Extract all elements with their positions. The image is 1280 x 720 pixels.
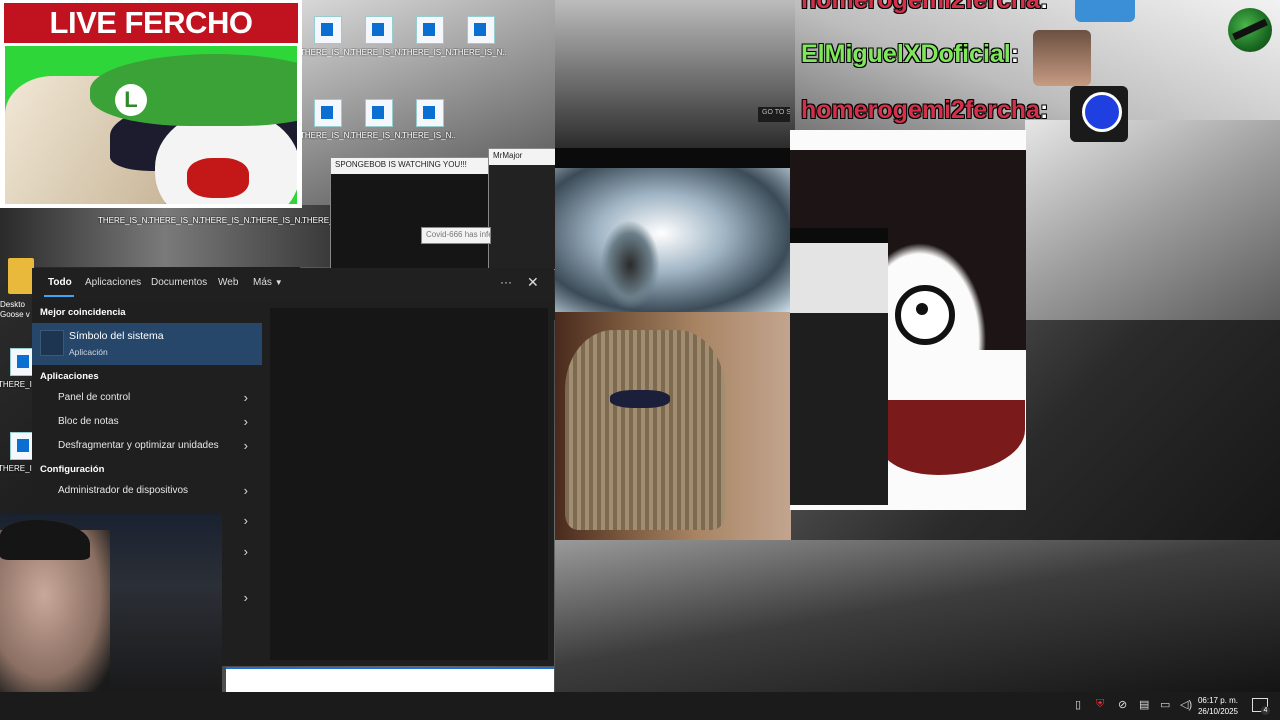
- volume-icon[interactable]: ◁): [1180, 698, 1192, 711]
- ghost-face: [600, 220, 660, 310]
- character-mouth: [187, 158, 249, 198]
- chevron-right-icon: ›: [243, 438, 248, 453]
- folder-icon[interactable]: [8, 258, 34, 294]
- keyboard-icon[interactable]: ▤: [1139, 698, 1149, 711]
- window-strip: [790, 228, 888, 243]
- chat-avatar: [1070, 86, 1128, 142]
- taskbar: [0, 692, 1280, 720]
- close-button[interactable]: ✕: [527, 274, 539, 291]
- mrmajor-window[interactable]: MrMajor: [488, 148, 557, 270]
- chevron-right-icon: ›: [243, 513, 248, 528]
- desktop-icon[interactable]: THERE_IS_N...: [351, 91, 405, 147]
- result-device-manager[interactable]: Administrador de dispositivos ›: [32, 480, 262, 504]
- window-content: [489, 165, 556, 269]
- channel-logo-icon: [1228, 8, 1272, 52]
- best-match-label: Mejor coincidencia: [40, 307, 126, 318]
- tab-web[interactable]: Web: [218, 277, 238, 288]
- tab-aplicaciones[interactable]: Aplicaciones: [85, 277, 141, 288]
- monitor-icon[interactable]: ▭: [1160, 698, 1170, 711]
- wallpaper-texture: [1025, 120, 1280, 320]
- wallpaper-texture: [555, 540, 1280, 692]
- tab-todo[interactable]: Todo: [48, 277, 72, 288]
- chevron-right-icon: ›: [243, 414, 248, 429]
- chevron-down-icon: ▼: [274, 278, 283, 287]
- chat-message: homerogemi2fercha:: [801, 96, 1049, 124]
- spongebob-window[interactable]: SPONGEBOB IS WATCHING YOU!!!: [330, 157, 490, 271]
- ghost-image: [555, 168, 791, 313]
- chevron-right-icon: ›: [243, 390, 248, 405]
- best-match-subtitle: Aplicación: [69, 347, 108, 357]
- live-banner: LIVE FERCHO REACTION L: [0, 0, 302, 208]
- result-bloc-notas[interactable]: Bloc de notas ›: [32, 411, 262, 435]
- doll-bow: [610, 390, 670, 408]
- chat-message: homerogemi2fercha:: [801, 0, 1049, 14]
- doll-dress: [565, 330, 725, 530]
- covid-window[interactable]: Covid-666 has infe: [421, 227, 491, 244]
- result-panel-control[interactable]: Panel de control ›: [32, 387, 262, 411]
- file-icon: [365, 16, 393, 44]
- tab-underline: [44, 295, 74, 297]
- desktop-icon[interactable]: THERE_IS_N...: [351, 8, 405, 64]
- best-match-title: Símbolo del sistema: [69, 330, 164, 342]
- wallpaper-texture: [555, 0, 795, 150]
- dark-window-top: [790, 243, 888, 313]
- tab-mas[interactable]: Más ▼: [253, 277, 283, 288]
- desktop-icon[interactable]: THERE_IS_N...: [402, 91, 456, 147]
- file-icon: [314, 99, 342, 127]
- notification-count: 4: [1261, 706, 1270, 715]
- shield-icon[interactable]: ⛨: [1096, 698, 1104, 711]
- banner-title: LIVE FERCHO REACTION: [4, 3, 298, 80]
- chat-avatar: [1033, 30, 1091, 86]
- usb-icon[interactable]: ▯: [1075, 698, 1081, 711]
- file-icon: [467, 16, 495, 44]
- config-section-label: Configuración: [40, 464, 105, 475]
- blue-mascot-icon: [1082, 92, 1122, 132]
- window-content: [331, 174, 489, 270]
- file-icon: [416, 16, 444, 44]
- apps-section-label: Aplicaciones: [40, 371, 99, 382]
- network-off-icon[interactable]: ⊘: [1118, 698, 1127, 711]
- desktop-icon[interactable]: THERE_IS_N...: [453, 8, 507, 64]
- chat-avatar: [1075, 0, 1135, 22]
- sleep-window[interactable]: GO TO SLEEP: [758, 107, 790, 122]
- chevron-right-icon: ›: [243, 544, 248, 559]
- jeff-eye: [895, 285, 955, 345]
- banner-art: L: [5, 46, 297, 204]
- chat-message: ElMiguelXDoficial:: [801, 40, 1020, 68]
- window-strip: [555, 148, 790, 168]
- file-icon: [365, 99, 393, 127]
- file-icon: [314, 16, 342, 44]
- desktop-icon[interactable]: THERE_IS_N...: [300, 91, 354, 147]
- chevron-right-icon: ›: [243, 483, 248, 498]
- preview-pane: [270, 308, 548, 660]
- more-options-button[interactable]: ···: [500, 275, 512, 289]
- desktop-goose-label: Deskto Goose v: [0, 300, 30, 319]
- result-defrag[interactable]: Desfragmentar y optimizar unidades ›: [32, 435, 262, 459]
- desktop-icon[interactable]: THERE_...: [300, 172, 332, 228]
- taskbar-clock[interactable]: 06:17 p. m. 26/10/2025: [1196, 695, 1240, 717]
- chevron-right-icon: ›: [243, 590, 248, 605]
- cap-badge: L: [115, 84, 147, 116]
- desktop-icon[interactable]: THERE_IS_N...: [402, 8, 456, 64]
- tab-documentos[interactable]: Documentos: [151, 277, 207, 288]
- search-input[interactable]: [226, 667, 554, 695]
- desktop-icon[interactable]: THERE_IS_N...: [300, 8, 354, 64]
- cmd-icon: [40, 330, 64, 356]
- file-icon: [416, 99, 444, 127]
